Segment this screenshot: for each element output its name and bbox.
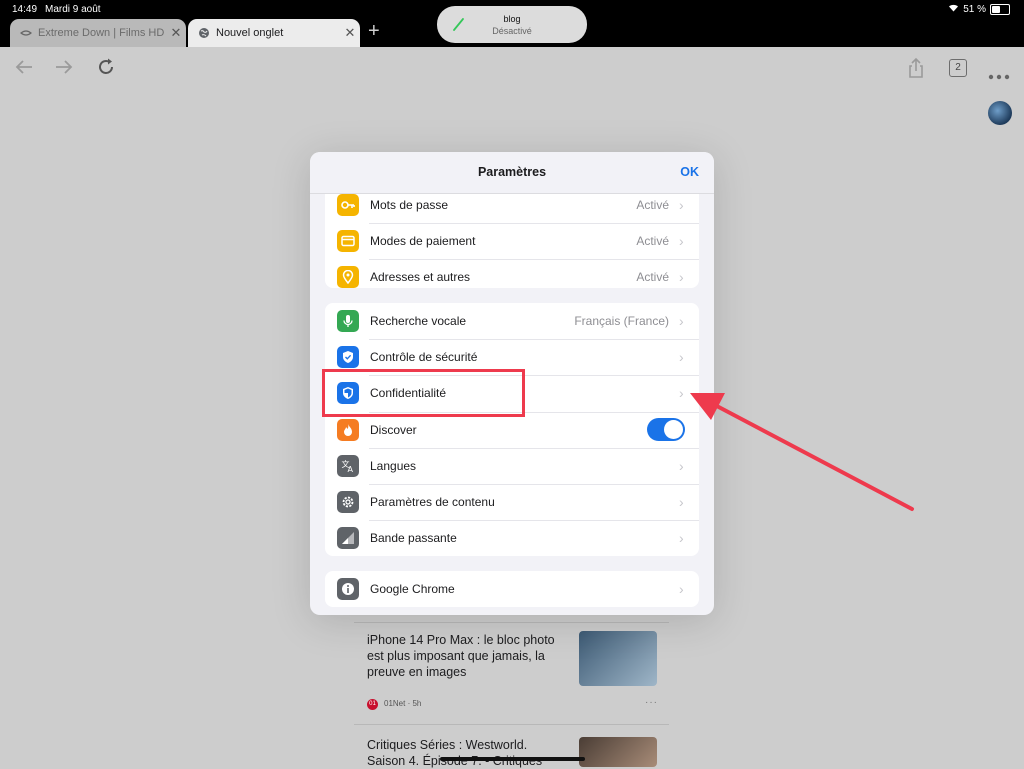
modal-title: Paramètres bbox=[477, 165, 547, 179]
annotation-arrow bbox=[690, 393, 914, 511]
ok-button[interactable]: OK bbox=[680, 165, 699, 179]
modal-header: Paramètres OK bbox=[310, 152, 714, 194]
